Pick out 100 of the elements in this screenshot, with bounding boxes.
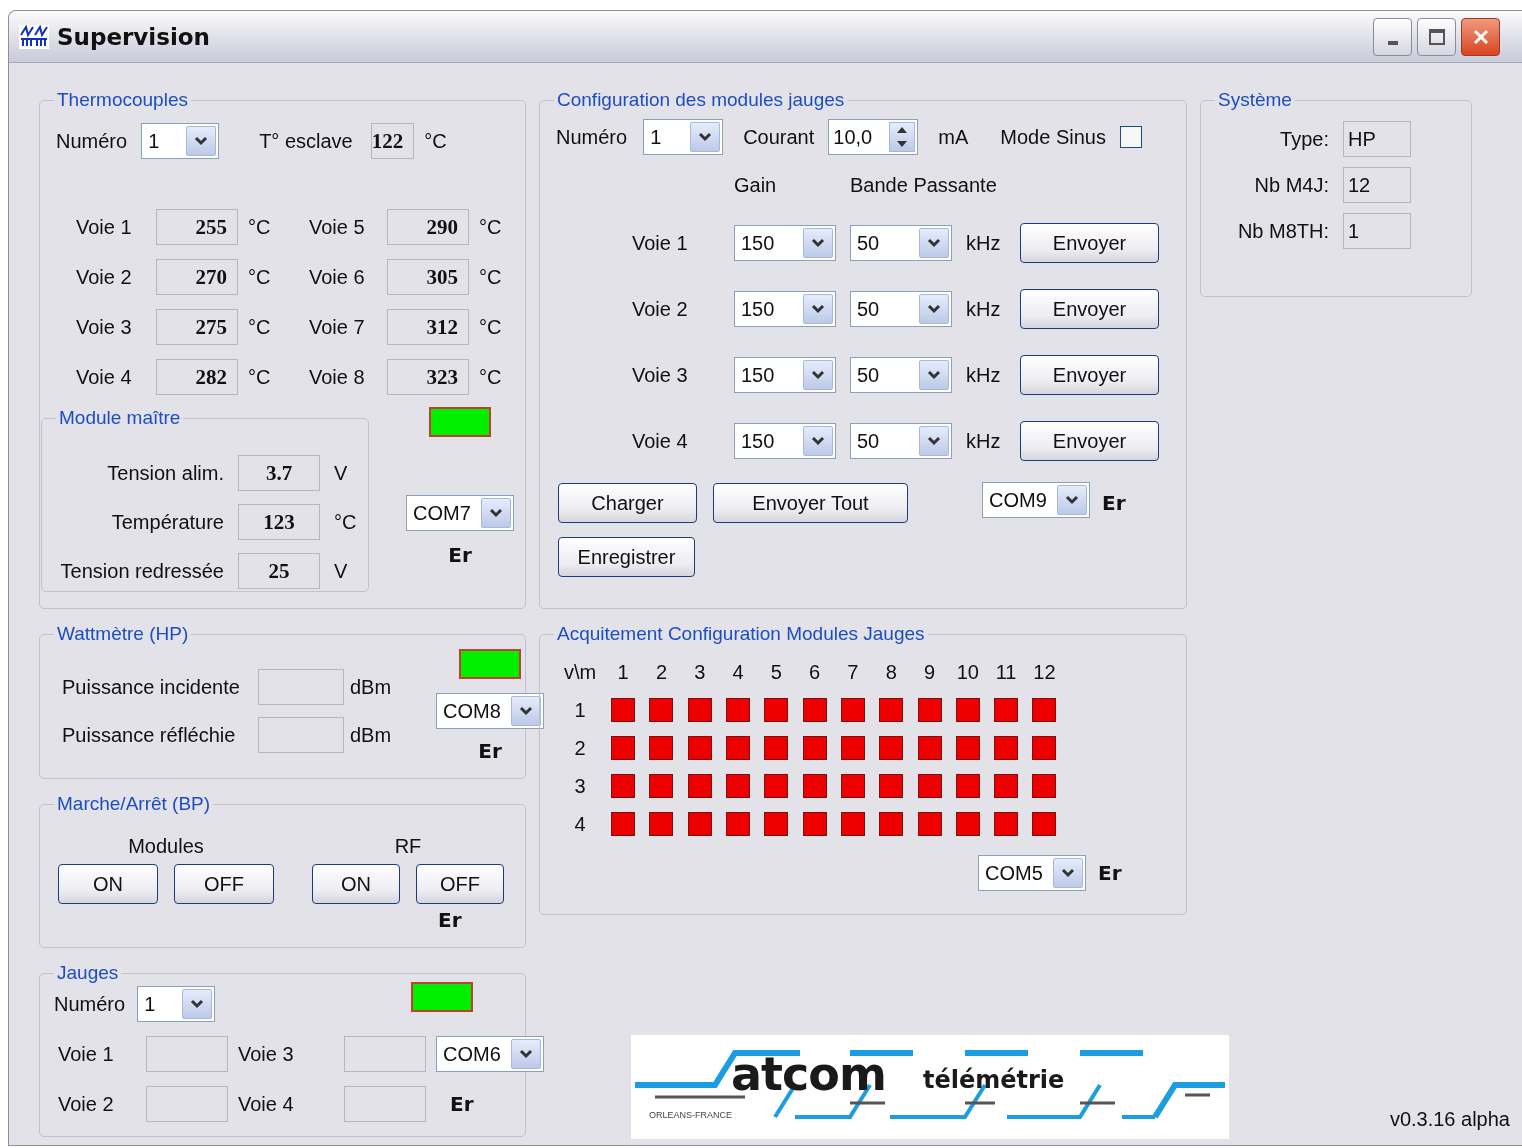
- dropdown[interactable]: 150: [734, 225, 836, 261]
- checkbox[interactable]: [1119, 126, 1142, 148]
- send-button[interactable]: Envoyer: [1020, 421, 1159, 461]
- send-button[interactable]: Envoyer: [1020, 223, 1159, 263]
- value-field: 1: [1343, 213, 1411, 249]
- send-button[interactable]: Envoyer: [1020, 355, 1159, 395]
- readout-field: 275: [156, 309, 238, 345]
- channel-label: Voie 3: [76, 315, 133, 339]
- toggle-button[interactable]: OFF: [416, 864, 504, 904]
- group-title: Module maître: [58, 407, 182, 429]
- dropdown[interactable]: COM8: [436, 693, 544, 729]
- channel-label: Voie 2: [58, 1092, 115, 1116]
- dropdown[interactable]: 1: [141, 123, 220, 159]
- dropdown[interactable]: COM5: [978, 855, 1086, 891]
- unit-label: °C: [478, 315, 503, 339]
- channel-label: Voie 4: [238, 1092, 295, 1116]
- dropdown[interactable]: 150: [734, 357, 836, 393]
- readout-field: 282: [156, 359, 238, 395]
- unit-label: dBm: [350, 723, 393, 747]
- readout-field: 270: [156, 259, 238, 295]
- dropdown[interactable]: 50: [850, 423, 952, 459]
- row-header: 2: [574, 736, 586, 760]
- status-text: Er: [438, 908, 462, 932]
- group-title: Acquitement Configuration Modules Jauges: [556, 623, 926, 645]
- row-header: 3: [574, 774, 586, 798]
- dropdown[interactable]: COM6: [436, 1036, 544, 1072]
- column-header: 1: [617, 660, 629, 684]
- dropdown[interactable]: COM7: [406, 495, 514, 531]
- toggle-button[interactable]: ON: [312, 864, 400, 904]
- dropdown[interactable]: 150: [734, 423, 836, 459]
- minimize-button[interactable]: [1373, 17, 1412, 56]
- toggle-button[interactable]: ON: [58, 864, 158, 904]
- group-title: Jauges: [56, 962, 120, 984]
- readout-field: 122: [370, 123, 415, 159]
- channel-label: Voie 7: [309, 315, 366, 339]
- unit-label: °C: [334, 510, 358, 534]
- channel-label: Voie 1: [58, 1042, 115, 1066]
- row-header: 1: [574, 698, 586, 722]
- channel-label: Voie 3: [632, 363, 689, 387]
- column-header: 5: [770, 660, 782, 684]
- unit-label: kHz: [966, 429, 1002, 453]
- maximize-button[interactable]: [1417, 17, 1456, 56]
- field-label: Type:: [1279, 127, 1329, 151]
- number-spinner[interactable]: 10,0: [828, 119, 919, 155]
- unit-label: °C: [247, 215, 272, 239]
- load-button[interactable]: Charger: [558, 483, 697, 523]
- chevron-icon: [1061, 868, 1075, 878]
- field-label: Nb M8TH:: [1236, 219, 1329, 243]
- save-button[interactable]: Enregistrer: [558, 537, 695, 577]
- readout-field: 3.7: [238, 455, 320, 491]
- field-label: Puissance incidente: [62, 675, 241, 699]
- chevron-icon: [698, 132, 713, 142]
- status-text: Er: [448, 543, 472, 567]
- readout-field: 305: [387, 259, 469, 295]
- chevron-icon: [811, 238, 825, 248]
- column-header: 12: [1033, 660, 1056, 684]
- maximize-icon: [1427, 27, 1446, 46]
- dropdown[interactable]: 50: [850, 357, 952, 393]
- field-label: Tension redressée: [59, 559, 224, 583]
- unit-label: °C: [478, 365, 503, 389]
- dropdown[interactable]: 150: [734, 291, 836, 327]
- unit-label: kHz: [966, 297, 1002, 321]
- minimize-icon: [1387, 40, 1398, 45]
- unit-label: °C: [424, 129, 447, 153]
- send-all-button[interactable]: Envoyer Tout: [713, 483, 908, 523]
- dropdown[interactable]: COM9: [982, 482, 1090, 518]
- dropdown[interactable]: 1: [137, 986, 216, 1022]
- channel-label: Voie 1: [76, 215, 133, 239]
- unit-label: kHz: [966, 363, 1002, 387]
- channel-label: Voie 4: [76, 365, 133, 389]
- group-label: Modules: [128, 835, 204, 858]
- column-header: 6: [809, 660, 821, 684]
- value-field: HP: [1343, 121, 1411, 157]
- group-title: Configuration des modules jauges: [556, 89, 846, 111]
- unit-label: °C: [478, 265, 503, 289]
- unit-label: V: [334, 461, 349, 485]
- chevron-icon: [519, 1049, 533, 1059]
- status-text: Er: [449, 1092, 475, 1116]
- field-label: Numéro: [56, 129, 128, 153]
- send-button[interactable]: Envoyer: [1020, 289, 1159, 329]
- unit-label: °C: [478, 215, 503, 239]
- field-label: Température: [110, 510, 224, 534]
- field-label: T° esclave: [259, 129, 353, 153]
- toggle-button[interactable]: OFF: [174, 864, 274, 904]
- column-header: 4: [732, 660, 744, 684]
- channel-label: Voie 4: [632, 429, 689, 453]
- unit-label: dBm: [350, 675, 393, 699]
- close-button[interactable]: [1461, 17, 1500, 56]
- field-label: Numéro: [556, 125, 628, 149]
- readout-field: 25: [238, 553, 320, 589]
- value-field: 12: [1343, 167, 1411, 203]
- dropdown[interactable]: 50: [850, 225, 952, 261]
- group-title: Wattmètre (HP): [56, 623, 190, 645]
- close-icon: [1471, 27, 1490, 46]
- waveform-icon: [19, 24, 49, 49]
- status-text: Er: [1098, 861, 1122, 885]
- dropdown[interactable]: 1: [643, 119, 724, 155]
- unit-label: kHz: [966, 231, 1002, 255]
- group-title: Système: [1217, 89, 1293, 111]
- dropdown[interactable]: 50: [850, 291, 952, 327]
